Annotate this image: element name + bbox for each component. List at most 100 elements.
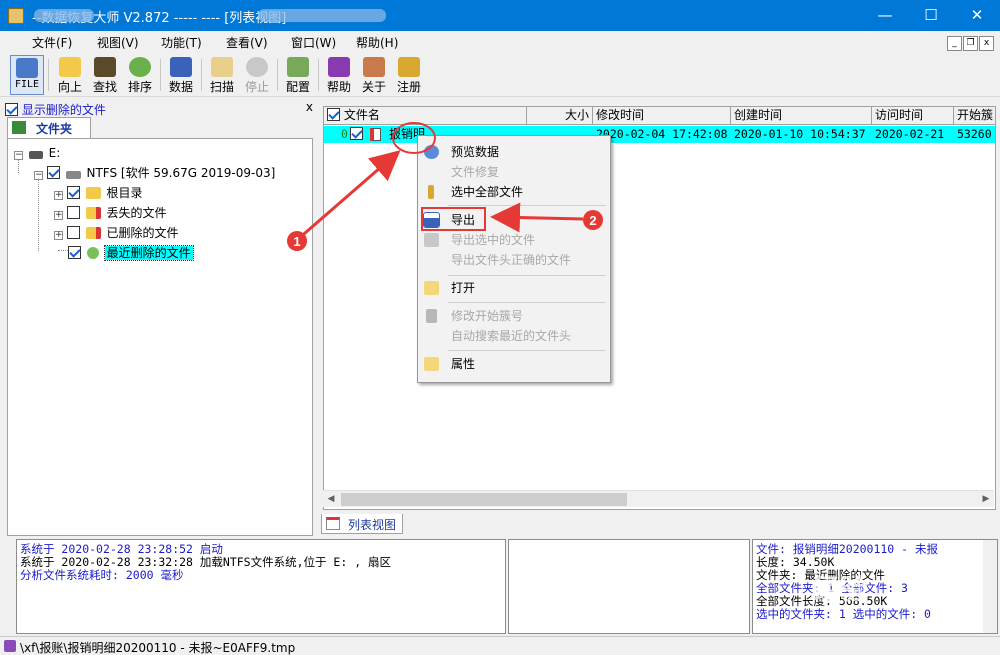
menu-item-properties[interactable]: 属性: [418, 354, 610, 374]
menu-item-export-valid-header[interactable]: 导出文件头正确的文件: [418, 250, 610, 270]
pane-close-button[interactable]: x: [306, 100, 313, 114]
menu-inspect[interactable]: 查看(V): [226, 34, 268, 51]
minimize-button[interactable]: —: [862, 0, 908, 31]
toolbar: FILE 向上 查找 排序 数据 扫描 停止 配置 帮助 关于 注册: [0, 53, 1000, 97]
menu-item-export-selected[interactable]: 导出选中的文件: [418, 230, 610, 250]
tab-folders[interactable]: 文件夹: [7, 117, 91, 138]
maximize-button[interactable]: ☐: [908, 0, 954, 31]
title-bar: --数据恢复大师 V2.872 ----- ---- [列表视图]: [0, 0, 1000, 31]
tree-node-drive[interactable]: − E:: [14, 144, 60, 162]
row-checkbox[interactable]: [350, 126, 368, 143]
expand-toggle[interactable]: +: [54, 191, 63, 200]
tree-node-volume[interactable]: − NTFS [软件 59.67G 2019-09-03]: [34, 164, 275, 182]
stop-button[interactable]: 停止: [240, 55, 274, 95]
hard-disk-icon: [65, 171, 81, 179]
deleted-folder-icon: [85, 227, 101, 239]
up-button[interactable]: 向上: [53, 55, 87, 95]
watermark: 经验: [812, 573, 869, 606]
file-icon: [16, 58, 38, 78]
scroll-right-icon[interactable]: ▶: [979, 492, 993, 507]
menu-separator: [448, 350, 606, 351]
menu-item-open[interactable]: 打开: [418, 278, 610, 298]
tree-checkbox[interactable]: [66, 226, 80, 239]
binoculars-icon: [94, 57, 116, 77]
show-deleted-checkbox[interactable]: [5, 103, 18, 116]
menu-function[interactable]: 功能(T): [161, 34, 202, 51]
folder-icon: [85, 187, 101, 199]
toolbar-separator: [277, 59, 278, 91]
key-icon: [398, 57, 420, 77]
collapse-toggle[interactable]: −: [14, 151, 23, 160]
sort-button[interactable]: 排序: [123, 55, 157, 95]
tab-list-view[interactable]: 列表视图: [321, 514, 403, 534]
column-header-start-cluster[interactable]: 开始簇: [954, 107, 995, 125]
menu-item-preview[interactable]: 预览数据: [418, 142, 610, 162]
log-line: 分析文件系统耗时: 2000 毫秒: [20, 568, 184, 582]
config-button[interactable]: 配置: [281, 55, 315, 95]
horizontal-scrollbar[interactable]: ◀ ▶: [323, 490, 994, 507]
mdi-close-button[interactable]: x: [979, 36, 994, 51]
context-menu: 预览数据 文件修复 选中全部文件 导出 导出选中的文件 导出文件头正确的文件 打…: [417, 135, 611, 383]
about-button[interactable]: 关于: [357, 55, 391, 95]
status-bar: \xf\报账\报销明细20200110 - 未报~E0AFF9.tmp: [0, 636, 1000, 655]
stop-icon: [246, 57, 268, 77]
tree-checkbox[interactable]: [66, 206, 80, 219]
checkbox-mark: [350, 127, 363, 140]
row-start-cluster: 53260: [957, 127, 992, 141]
preview-icon: [424, 145, 439, 159]
tree-checkbox[interactable]: [68, 246, 81, 259]
show-deleted-toggle[interactable]: 显示删除的文件: [5, 101, 106, 118]
scroll-left-icon[interactable]: ◀: [324, 492, 338, 507]
tree-node-recently-deleted[interactable]: 最近删除的文件: [68, 244, 194, 262]
tree-node-root[interactable]: + 根目录: [54, 184, 143, 202]
column-header-created[interactable]: 创建时间: [731, 107, 872, 125]
file-button[interactable]: FILE: [10, 55, 44, 95]
close-button[interactable]: ✕: [954, 0, 1000, 31]
config-icon: [287, 57, 309, 77]
mdi-restore-button[interactable]: ❐: [963, 36, 978, 51]
register-button[interactable]: 注册: [392, 55, 426, 95]
tree-node-lost-files[interactable]: + 丢失的文件: [54, 204, 167, 222]
column-header-size[interactable]: 大小: [527, 107, 593, 125]
lost-folder-icon: [85, 207, 101, 219]
tree-node-deleted-files[interactable]: + 已删除的文件: [54, 224, 179, 242]
find-button[interactable]: 查找: [88, 55, 122, 95]
disk-icon: [170, 57, 192, 77]
scroll-thumb[interactable]: [341, 493, 627, 506]
detail-pane: [508, 539, 750, 634]
tree-checkbox[interactable]: [46, 166, 60, 179]
menu-help[interactable]: 帮助(H): [356, 34, 398, 51]
menu-item-auto-search-header[interactable]: 自动搜索最近的文件头: [418, 326, 610, 346]
scan-button[interactable]: 扫描: [205, 55, 239, 95]
row-accessed: 2020-02-21: [875, 127, 945, 141]
tree-checkbox[interactable]: [66, 186, 80, 199]
menu-separator: [448, 205, 606, 206]
toolbar-separator: [160, 59, 161, 91]
folder-up-icon: [59, 57, 81, 77]
file-list-header: 文件名 大小 修改时间 创建时间 访问时间 开始簇: [324, 107, 995, 125]
menu-file[interactable]: 文件(F): [32, 34, 72, 51]
vertical-scrollbar[interactable]: [983, 540, 997, 633]
row-modified: 2020-02-04 17:42:08: [596, 127, 728, 141]
tree-connector: [58, 250, 68, 251]
menu-item-select-all[interactable]: 选中全部文件: [418, 182, 610, 202]
expand-toggle[interactable]: +: [54, 211, 63, 220]
mdi-minimize-button[interactable]: _: [947, 36, 962, 51]
column-header-accessed[interactable]: 访问时间: [872, 107, 954, 125]
collapse-toggle[interactable]: −: [34, 171, 43, 180]
column-header-name[interactable]: 文件名: [324, 107, 527, 125]
redacted-region: [34, 9, 94, 22]
select-all-checkbox[interactable]: [327, 108, 340, 121]
info-pane: 文件: 报销明细20200110 - 未报 长度: 34.50K 文件夹: 最近…: [752, 539, 998, 634]
column-header-modified[interactable]: 修改时间: [593, 107, 731, 125]
expand-toggle[interactable]: +: [54, 231, 63, 240]
toolbar-separator: [48, 59, 49, 91]
log-pane: 系统于 2020-02-28 23:28:52 启动 系统于 2020-02-2…: [16, 539, 506, 634]
menu-view[interactable]: 视图(V): [97, 34, 139, 51]
menu-item-edit-cluster[interactable]: 修改开始簇号: [418, 306, 610, 326]
help-button[interactable]: 帮助: [322, 55, 356, 95]
menu-item-repair[interactable]: 文件修复: [418, 162, 610, 182]
data-button[interactable]: 数据: [164, 55, 198, 95]
drive-icon: [28, 151, 43, 159]
menu-window[interactable]: 窗口(W): [291, 34, 336, 51]
